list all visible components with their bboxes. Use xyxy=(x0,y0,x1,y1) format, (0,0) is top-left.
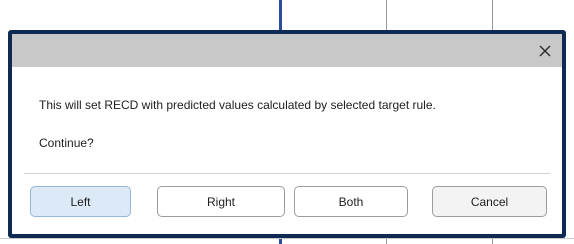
confirm-dialog: This will set RECD with predicted values… xyxy=(8,30,566,238)
dialog-titlebar xyxy=(12,34,562,67)
close-button[interactable] xyxy=(531,37,559,64)
dialog-divider xyxy=(24,173,550,174)
dialog-message: This will set RECD with predicted values… xyxy=(39,98,436,112)
close-icon xyxy=(539,45,551,56)
right-button[interactable]: Right xyxy=(157,186,285,217)
both-button[interactable]: Both xyxy=(294,186,408,217)
left-button[interactable]: Left xyxy=(30,186,131,217)
dialog-question: Continue? xyxy=(39,136,94,150)
cancel-button[interactable]: Cancel xyxy=(432,186,547,217)
background-grid-line xyxy=(0,238,574,239)
